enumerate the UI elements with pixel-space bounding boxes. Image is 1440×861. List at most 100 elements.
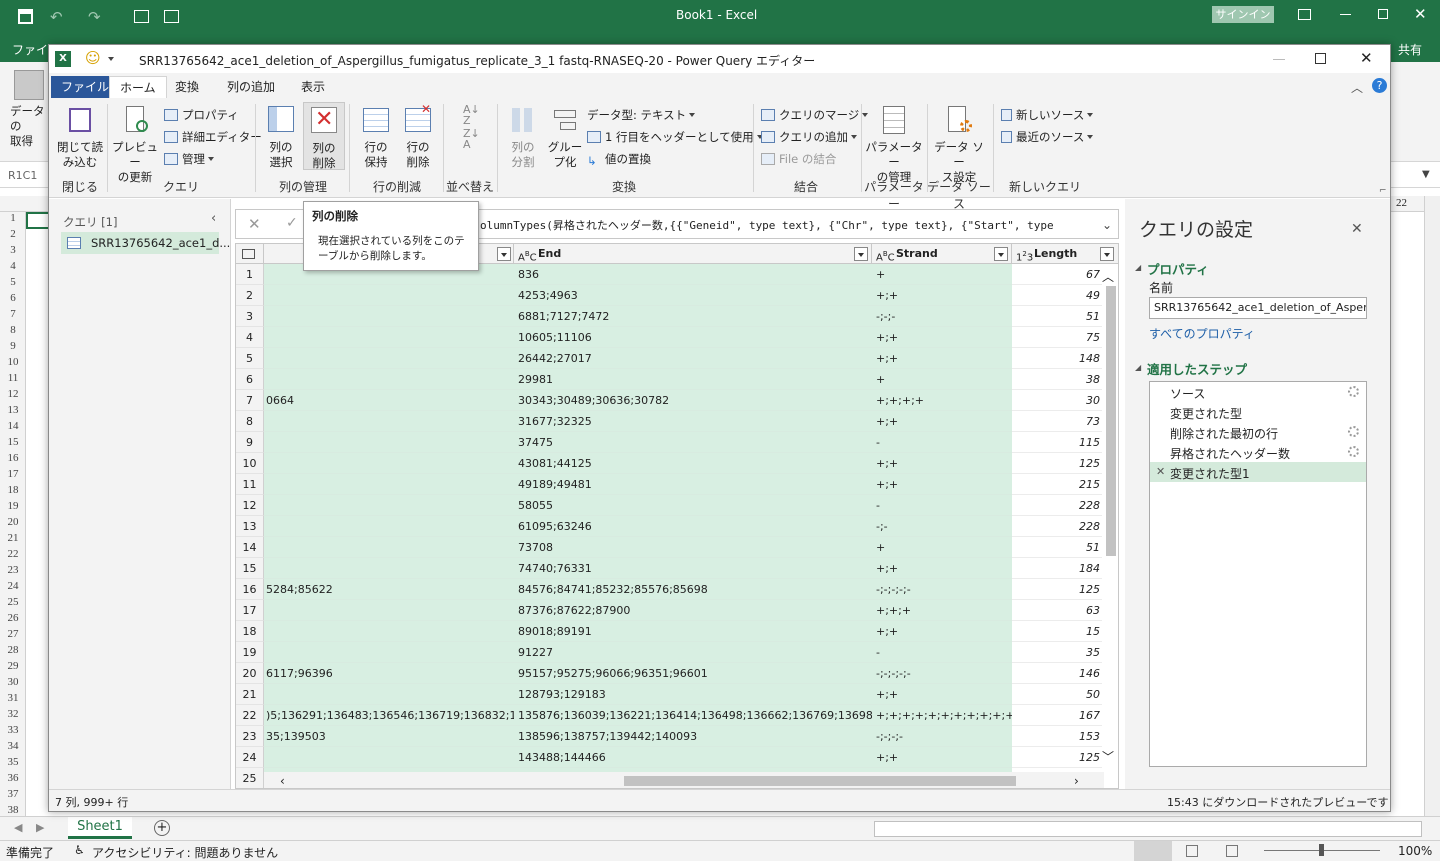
cell-end[interactable]: 135876;136039;136221;136414;136498;13666…	[514, 705, 872, 726]
row-number[interactable]: 3	[236, 306, 264, 327]
cell-end[interactable]: 84576;84741;85232;85576;85698	[514, 579, 872, 600]
cell-strand[interactable]: +;+	[872, 453, 1012, 474]
table-icon[interactable]	[134, 10, 149, 23]
cell-length[interactable]: 228	[1012, 495, 1102, 516]
formula-cancel-icon[interactable]: ✕	[248, 215, 261, 233]
row-number[interactable]: 1	[236, 264, 264, 285]
pq-close-icon[interactable]: ✕	[1360, 49, 1373, 67]
cell-end[interactable]: 91227	[514, 642, 872, 663]
cell-start[interactable]	[264, 600, 514, 621]
cell-length[interactable]: 38	[1012, 369, 1102, 390]
cell-length[interactable]: 125	[1012, 453, 1102, 474]
cell-strand[interactable]: +;+;+	[872, 600, 1012, 621]
cell-end[interactable]: 138596;138757;139442;140093	[514, 726, 872, 747]
collapse-ribbon-icon[interactable]: ︿	[1351, 79, 1363, 96]
excel-row-number[interactable]: 13	[0, 404, 26, 420]
excel-row-number[interactable]: 8	[0, 324, 26, 340]
row-number[interactable]: 9	[236, 432, 264, 453]
excel-share[interactable]: 共有	[1398, 41, 1422, 58]
cell-start[interactable]	[264, 432, 514, 453]
sort-desc-icon[interactable]: Z↓ A	[463, 128, 480, 150]
get-data-label[interactable]: データの 取得	[10, 104, 50, 149]
cell-strand[interactable]: +;+	[872, 411, 1012, 432]
cell-length[interactable]: 125	[1012, 747, 1102, 768]
sheet-prev-icon[interactable]: ◀	[14, 821, 22, 834]
cell-length[interactable]: 30	[1012, 390, 1102, 411]
undo-icon[interactable]: ↶	[50, 8, 63, 26]
cell-length[interactable]: 153	[1012, 726, 1102, 747]
step-item[interactable]: 昇格されたヘッダー数	[1150, 442, 1366, 462]
steps-collapse-icon[interactable]: ◢	[1135, 363, 1141, 372]
cell-start[interactable]	[264, 747, 514, 768]
combine-files-button[interactable]: File の結合	[761, 150, 836, 168]
row-number[interactable]: 11	[236, 474, 264, 495]
excel-row-number[interactable]: 18	[0, 484, 26, 500]
tab-view[interactable]: 表示	[291, 76, 335, 98]
excel-row-number[interactable]: 32	[0, 708, 26, 724]
excel-formula-dropdown-icon[interactable]: ▼	[1422, 169, 1430, 180]
column-header-strand[interactable]: ABC Strand	[872, 244, 1012, 264]
excel-row-number[interactable]: 11	[0, 372, 26, 388]
row-number[interactable]: 22	[236, 705, 264, 726]
cell-start[interactable]	[264, 306, 514, 327]
close-settings-icon[interactable]: ✕	[1351, 221, 1363, 237]
excel-row-number[interactable]: 5	[0, 276, 26, 292]
cell-length[interactable]: 228	[1012, 516, 1102, 537]
split-column-button[interactable]: 列の 分割	[503, 104, 543, 170]
excel-row-number[interactable]: 1	[0, 212, 26, 228]
cell-length[interactable]: 51	[1012, 537, 1102, 558]
row-number[interactable]: 5	[236, 348, 264, 369]
excel-row-number[interactable]: 12	[0, 388, 26, 404]
cell-strand[interactable]: +;+	[872, 348, 1012, 369]
new-source-button[interactable]: 新しいソース	[1001, 106, 1094, 124]
cell-end[interactable]: 37475	[514, 432, 872, 453]
cell-length[interactable]: 63	[1012, 600, 1102, 621]
hscroll-thumb[interactable]	[624, 776, 1016, 786]
cell-strand[interactable]: -;-	[872, 516, 1012, 537]
cell-length[interactable]: 49	[1012, 285, 1102, 306]
help-icon[interactable]: ?	[1372, 78, 1387, 93]
cell-end[interactable]: 89018;89191	[514, 621, 872, 642]
cell-end[interactable]: 30343;30489;30636;30782	[514, 390, 872, 411]
cell-start[interactable]	[264, 285, 514, 306]
cell-start[interactable]	[264, 474, 514, 495]
excel-row-number[interactable]: 22	[0, 548, 26, 564]
excel-row-number[interactable]: 35	[0, 756, 26, 772]
cell-end[interactable]: 6881;7127;7472	[514, 306, 872, 327]
filter-length-icon[interactable]	[1100, 247, 1114, 261]
excel-vscroll[interactable]	[1424, 196, 1440, 816]
properties-collapse-icon[interactable]: ◢	[1135, 263, 1141, 272]
excel-row-number[interactable]: 19	[0, 500, 26, 516]
row-number[interactable]: 23	[236, 726, 264, 747]
cell-start[interactable]	[264, 558, 514, 579]
excel-row-number[interactable]: 2	[0, 228, 26, 244]
cell-start[interactable]	[264, 684, 514, 705]
cell-start[interactable]	[264, 411, 514, 432]
grid-header-corner[interactable]	[236, 244, 264, 264]
filter-strand-icon[interactable]	[994, 247, 1008, 261]
cell-strand[interactable]: +;+	[872, 684, 1012, 705]
cell-length[interactable]: 167	[1012, 705, 1102, 726]
sheet-tab[interactable]: Sheet1	[68, 817, 132, 839]
row-number[interactable]: 16	[236, 579, 264, 600]
ribbon-expand-icon[interactable]: ⌐	[1379, 186, 1387, 196]
row-number[interactable]: 10	[236, 453, 264, 474]
cell-end[interactable]: 49189;49481	[514, 474, 872, 495]
cell-strand[interactable]: +;+	[872, 747, 1012, 768]
cell-length[interactable]: 73	[1012, 411, 1102, 432]
excel-row-number[interactable]: 17	[0, 468, 26, 484]
cell-end[interactable]: 10605;11106	[514, 327, 872, 348]
cell-strand[interactable]: -;-;-;-	[872, 726, 1012, 747]
excel-row-number[interactable]: 20	[0, 516, 26, 532]
cell-start[interactable]	[264, 453, 514, 474]
replace-values-button[interactable]: ↳ 値の置換	[587, 150, 651, 168]
table2-icon[interactable]	[164, 10, 179, 23]
add-sheet-icon[interactable]: +	[154, 820, 170, 836]
manage-parameters-button[interactable]: パラメーター の管理	[863, 104, 925, 185]
queries-label[interactable]: クエリ [1]	[63, 214, 117, 230]
row-number[interactable]: 24	[236, 747, 264, 768]
cell-strand[interactable]: +	[872, 369, 1012, 390]
excel-row-number[interactable]: 9	[0, 340, 26, 356]
excel-row-number[interactable]: 24	[0, 580, 26, 596]
cell-length[interactable]: 215	[1012, 474, 1102, 495]
